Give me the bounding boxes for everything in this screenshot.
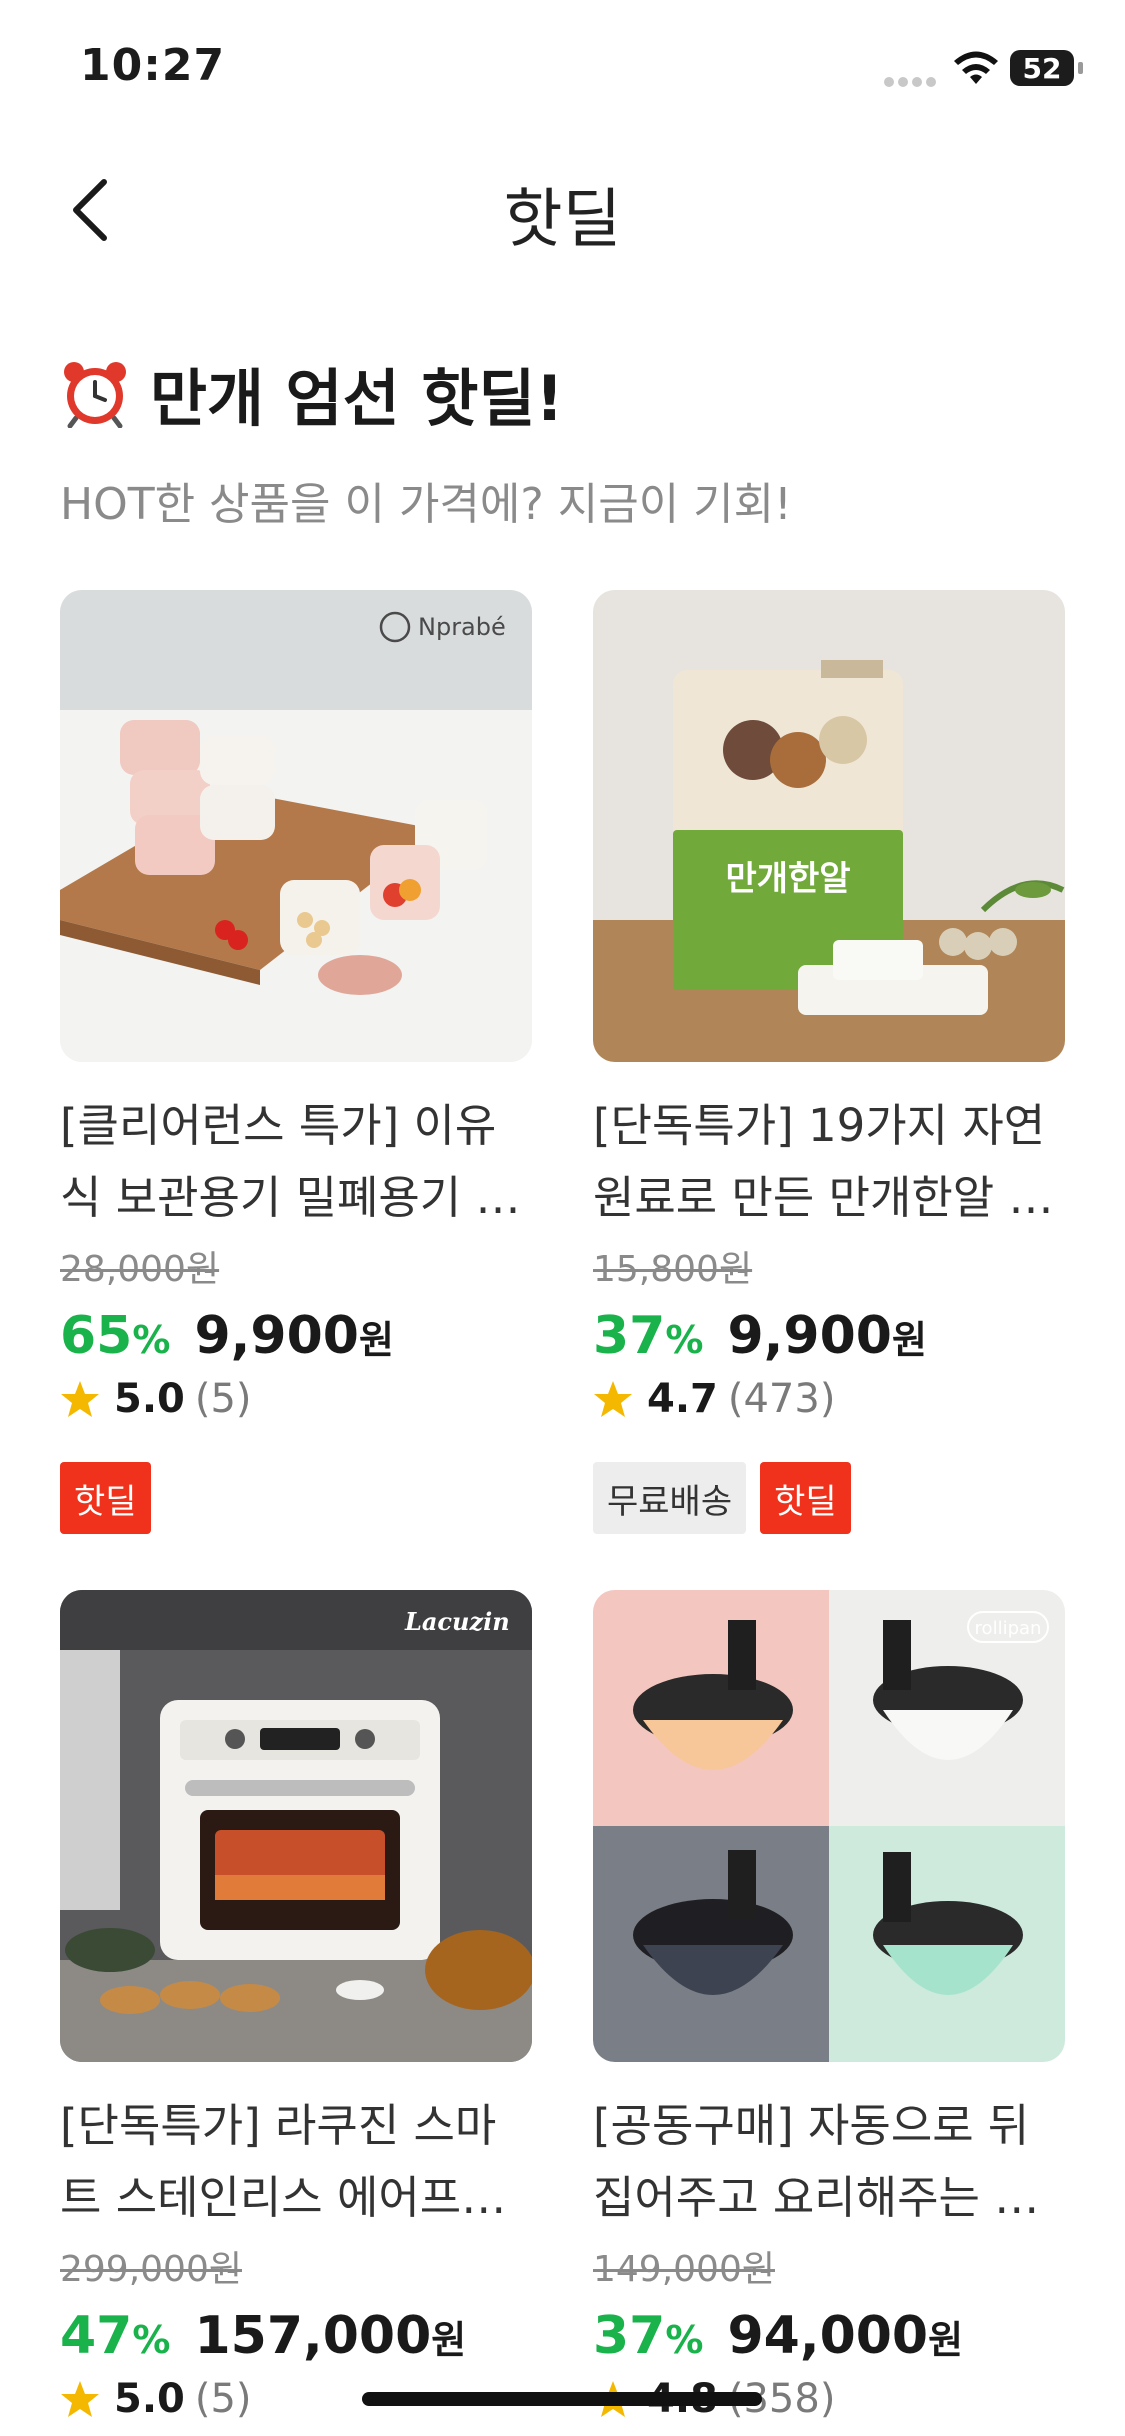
sale-price: 9,900 [727, 1306, 892, 1366]
battery-level: 52 [1022, 51, 1062, 85]
rating-value: 4.7 [647, 1376, 718, 1422]
discount-rate: 47 [60, 2306, 133, 2366]
rating-row: 4.7 (473) [593, 1376, 1065, 1422]
section-heading: 만개 엄선 핫딜! [60, 348, 564, 438]
rating-row: 5.0 (5) [60, 1376, 532, 1422]
currency-suffix: 원 [891, 1318, 927, 1362]
product-title[interactable]: [공동구매] 자동으로 뒤집어주고 요리해주는 롤리팬 [593, 2090, 1065, 2234]
status-time: 10:27 [80, 40, 226, 91]
original-price: 15,800원 [593, 1249, 753, 1290]
product-photo-rollipan: rollipan [593, 1590, 1065, 2062]
sale-price: 9,900 [194, 1306, 359, 1366]
page-title: 핫딜 [503, 183, 622, 257]
tag-list: 핫딜 [60, 1462, 532, 1534]
product-photo-air-fryer: Lacuzin [60, 1590, 532, 2062]
hot-deal-tag: 핫딜 [760, 1462, 851, 1534]
percent-sign: % [665, 2318, 704, 2362]
product-image[interactable]: Nprabé [60, 590, 532, 1062]
price-row: 47% 157,000 원 [60, 2306, 532, 2366]
battery-tip [1078, 62, 1083, 74]
review-count: (473) [727, 1376, 836, 1422]
price-row: 65% 9,900 원 [60, 1306, 532, 1366]
sale-price: 94,000 [727, 2306, 929, 2366]
review-count: (5) [194, 2376, 252, 2422]
star-icon [61, 1381, 99, 1417]
product-title[interactable]: [단독특가] 19가지 자연원료로 만든 만개한알 육수 [593, 1090, 1065, 1234]
product-card[interactable]: 만개한알 [단독특가] 19가지 자연원료로 만든 만개한알 육수 15,800… [593, 590, 1065, 1534]
price-row: 37% 9,900 원 [593, 1306, 1065, 1366]
product-image[interactable]: rollipan [593, 1590, 1065, 2062]
sale-price: 157,000 [194, 2306, 432, 2366]
discount-rate: 65 [60, 1306, 133, 1366]
brand-watermark: rollipan [975, 1618, 1042, 1639]
brand-watermark: Nprabé [418, 613, 506, 641]
wifi-icon [954, 51, 998, 84]
percent-sign: % [132, 2318, 171, 2362]
percent-sign: % [132, 1318, 171, 1362]
brand-watermark: Lacuzin [404, 1607, 510, 1636]
star-icon [594, 1381, 632, 1417]
original-price: 28,000원 [60, 1249, 220, 1290]
free-shipping-tag: 무료배송 [593, 1462, 747, 1534]
nav-header: 핫딜 [0, 150, 1125, 270]
section-subtitle: HOT한 상품을 이 가격에? 지금이 기회! [60, 479, 792, 530]
original-price: 299,000원 [60, 2249, 242, 2290]
section-title: 만개 엄선 핫딜! [150, 362, 564, 435]
rating-value: 5.0 [114, 1376, 185, 1422]
original-price: 149,000원 [593, 2249, 775, 2290]
product-image[interactable]: Lacuzin [60, 1590, 532, 2062]
product-photo-broth-packet: 만개한알 [593, 590, 1065, 1062]
cellular-signal-icon [884, 72, 944, 87]
hot-deal-tag: 핫딜 [60, 1462, 151, 1534]
packet-label: 만개한알 [725, 859, 850, 899]
product-card[interactable]: rollipan [공동구매] 자동으로 뒤집어주고 요리해주는 롤리팬 149… [593, 1590, 1065, 2422]
product-image[interactable]: 만개한알 [593, 590, 1065, 1062]
product-title[interactable]: [단독특가] 라쿠진 스마트 스테인리스 에어프라이어 [60, 2090, 532, 2234]
tag-list: 무료배송 핫딜 [593, 1462, 1065, 1534]
star-icon [61, 2381, 99, 2417]
product-title[interactable]: [클리어런스 특가] 이유식 보관용기 밀폐용기 세트 [60, 1090, 532, 1234]
discount-rate: 37 [593, 2306, 666, 2366]
battery-icon: 52 [1010, 50, 1074, 86]
rating-value: 5.0 [114, 2376, 185, 2422]
currency-suffix: 원 [928, 2318, 964, 2362]
currency-suffix: 원 [358, 1318, 394, 1362]
discount-rate: 37 [593, 1306, 666, 1366]
price-row: 37% 94,000 원 [593, 2306, 1065, 2366]
home-indicator[interactable] [362, 2392, 762, 2406]
status-bar: 10:27 52 [0, 0, 1125, 140]
product-card[interactable]: Nprabé [클리어런스 특가] 이유식 보관용기 밀폐용기 세트 28,00… [60, 590, 532, 1534]
alarm-clock-icon [64, 362, 126, 428]
product-card[interactable]: Lacuzin [단독특가] 라쿠진 스마트 스테인리스 에어프라이어 299,… [60, 1590, 532, 2422]
percent-sign: % [665, 1318, 704, 1362]
review-count: (5) [194, 1376, 252, 1422]
product-photo-containers: Nprabé [60, 590, 532, 1062]
currency-suffix: 원 [431, 2318, 467, 2362]
